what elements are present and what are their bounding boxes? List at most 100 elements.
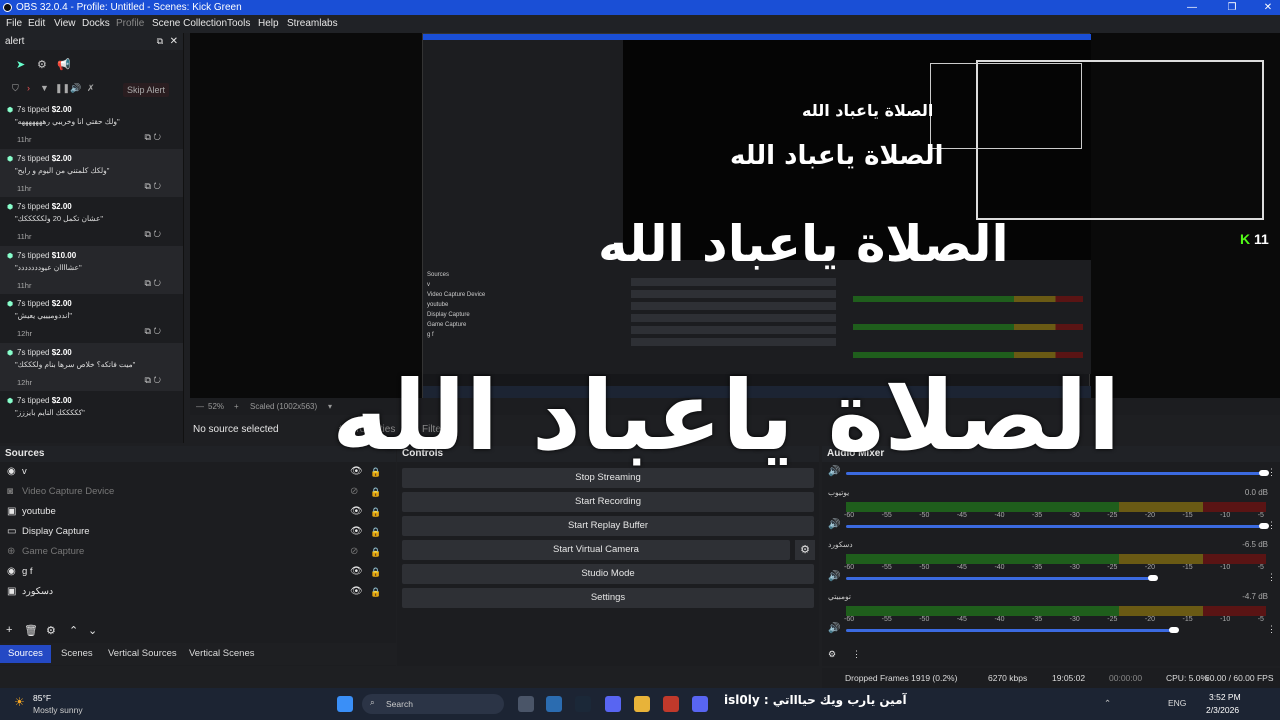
app-icon[interactable] [546,696,562,712]
chevron-icon[interactable]: › [27,83,30,93]
volume-knob[interactable] [1169,627,1179,633]
steam-icon[interactable] [575,696,591,712]
copy-icon[interactable]: ⧉ [144,326,150,336]
eye-icon[interactable]: 👁 [350,522,363,542]
replay-icon[interactable]: ↻ [153,326,161,336]
menu-docks[interactable]: Docks [82,15,110,33]
copy-icon[interactable]: ⧉ [144,229,150,239]
taskview-icon[interactable] [518,696,534,712]
source-item[interactable]: ⊕ Game Capture ⊘ 🔒 [0,542,396,562]
replay-icon[interactable]: ↻ [153,375,161,385]
source-item[interactable]: ▣ youtube 👁 🔒 [0,502,396,522]
lock-icon[interactable]: 🔒 [370,502,381,522]
replay-icon[interactable]: ↻ [153,132,161,142]
pinterest-icon[interactable] [663,696,679,712]
windows-start-icon[interactable] [337,696,353,712]
virtual-camera-settings-icon[interactable]: ⚙ [795,540,815,560]
more-icon[interactable]: ⋮ [1267,520,1276,531]
zoom-in-icon[interactable]: + [234,398,239,415]
mute-icon[interactable]: ✗ [87,83,95,94]
studio-mode-button[interactable]: Studio Mode [402,564,814,584]
mixer-settings-icon[interactable]: ⚙ [828,649,836,660]
maximize-icon[interactable]: ❐ [1220,0,1244,15]
more-icon[interactable]: ⋮ [852,649,861,660]
lock-icon[interactable]: 🔒 [370,562,381,582]
eye-icon[interactable]: 👁 [350,582,363,602]
pause-icon[interactable]: ❚❚ [55,83,70,94]
megaphone-icon[interactable]: 📢 [57,58,71,71]
menu-help[interactable]: Help [258,15,279,33]
eye-hidden-icon[interactable]: ⊘ [350,542,358,562]
volume-slider[interactable] [846,525,1264,528]
lock-icon[interactable]: 🔒 [370,542,381,562]
close-icon[interactable]: ✕ [1256,0,1280,15]
close-dock-icon[interactable]: ✕ [170,33,178,50]
source-item[interactable]: ◙ Video Capture Device ⊘ 🔒 [0,482,396,502]
menu-scene-collection[interactable]: Scene Collection [152,15,227,33]
tab-vertical-sources[interactable]: Vertical Sources [100,645,185,663]
copy-icon[interactable]: ⧉ [144,181,150,191]
menu-view[interactable]: View [54,15,76,33]
lock-icon[interactable]: 🔒 [370,522,381,542]
more-icon[interactable]: ⋮ [1267,624,1276,635]
add-source-icon[interactable]: + [6,624,12,636]
volume-slider[interactable] [846,472,1264,475]
copy-icon[interactable]: ⧉ [144,375,150,385]
menu-streamlabs[interactable]: Streamlabs [287,15,338,33]
folder-icon[interactable] [634,696,650,712]
zoom-out-icon[interactable]: — [196,398,204,415]
start-virtual-camera-button[interactable]: Start Virtual Camera [402,540,790,560]
discord-icon[interactable] [605,696,621,712]
start-replay-buffer-button[interactable]: Start Replay Buffer [402,516,814,536]
tab-scenes[interactable]: Scenes [53,645,101,663]
tab-sources[interactable]: Sources [0,645,51,663]
menu-tools[interactable]: Tools [227,15,250,33]
minimize-icon[interactable]: — [1180,0,1204,15]
more-icon[interactable]: ⋮ [1267,572,1276,583]
eye-hidden-icon[interactable]: ⊘ [350,482,358,502]
volume-knob[interactable] [1148,575,1158,581]
start-recording-button[interactable]: Start Recording [402,492,814,512]
volume-icon[interactable]: 🔊 [70,83,81,94]
clock-time[interactable]: 3:52 PM [1209,692,1241,702]
skip-alert-button[interactable]: Skip Alert [122,83,169,97]
lock-icon[interactable]: 🔒 [370,582,381,602]
source-item[interactable]: ◉ g f 👁 🔒 [0,562,396,582]
gear-icon[interactable]: ⚙ [46,624,56,637]
source-item[interactable]: ▭ Display Capture 👁 🔒 [0,522,396,542]
up-arrow-icon[interactable]: ⌃ [69,624,78,637]
shield-icon[interactable]: ⛉ [12,83,19,94]
filter-icon[interactable]: ▼ [40,83,49,93]
eye-icon[interactable]: 👁 [350,562,363,582]
volume-slider[interactable] [846,629,1174,632]
replay-icon[interactable]: ↻ [153,229,161,239]
language[interactable]: ENG [1168,698,1186,708]
preview-canvas[interactable]: Sources v Video Capture Device youtube Displ… [190,33,1280,402]
scale-select[interactable]: Scaled (1002x563) [250,398,317,415]
grid-icon[interactable]: ⚙ [37,58,47,71]
replay-icon[interactable]: ↻ [153,181,161,191]
eye-icon[interactable]: 👁 [350,502,363,522]
send-icon[interactable]: ➤ [16,58,25,71]
menu-file[interactable]: File [6,15,22,33]
source-item[interactable]: ▣ دسكورد 👁 🔒 [0,582,396,602]
lock-icon[interactable]: 🔒 [370,482,381,502]
clock-date[interactable]: 2/3/2026 [1206,705,1239,715]
trash-icon[interactable]: 🗑 [24,624,38,637]
volume-icon[interactable]: 🔊 [828,571,840,582]
copy-icon[interactable]: ⧉ [144,132,150,142]
settings-button[interactable]: Settings [402,588,814,608]
float-icon[interactable]: ⧉ [157,33,163,50]
tab-vertical-scenes[interactable]: Vertical Scenes [181,645,262,663]
down-arrow-icon[interactable]: ⌄ [88,624,97,637]
copy-icon[interactable]: ⧉ [144,278,150,288]
menu-profile[interactable]: Profile [116,15,144,33]
volume-icon[interactable]: 🔊 [828,519,840,530]
volume-icon[interactable]: 🔊 [828,623,840,634]
search-box[interactable]: Search [362,694,504,714]
replay-icon[interactable]: ↻ [153,278,161,288]
volume-slider[interactable] [846,577,1153,580]
more-icon[interactable]: ⋮ [1267,467,1276,478]
chevron-up-icon[interactable]: ⌃ [1104,698,1111,709]
discord-alt-icon[interactable] [692,696,708,712]
